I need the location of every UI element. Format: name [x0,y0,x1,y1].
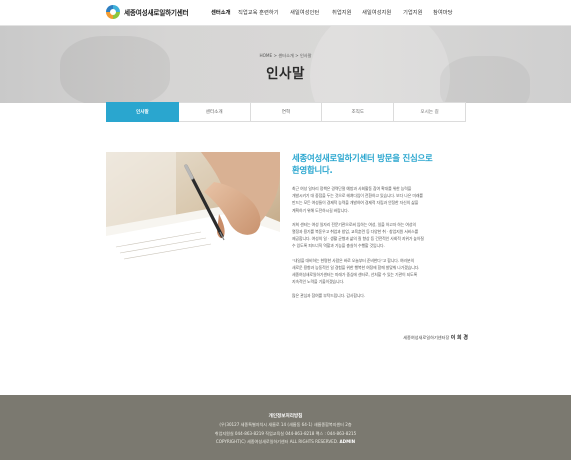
logo-mark-icon [106,5,120,19]
site-logo[interactable]: 세종여성새로일하기센터 [106,5,189,19]
footer-copyright: COPYRIGHT(C) 세종여성새로일하기센터 ALL RIGHTS RESE… [0,438,571,447]
nav-item-center-intro[interactable]: 센터소개 [211,8,231,16]
greeting-paragraph: 많은 관심과 참여를 부탁드립니다. 감사합니다. [292,292,468,299]
headline-line: 환영합니다. [292,165,333,175]
greeting-paragraph: 저희 센터는 여성 일자리 전문기관으로써 임하는 여성, 일을 하고자 하는 … [292,221,468,250]
paragraph-line: 개발시키기 대 중점을 두는 것으로 헤쳐다임이 전환하고 있습니다. 보다 나… [292,193,423,199]
privacy-policy-link[interactable]: 개인정보처리방침 [0,413,571,419]
nav-item-company-support[interactable]: 기업지원 [403,8,423,16]
footer-address: (우)30127 세종특별자치시 새롬로 14 (새롬동 64-1) 새롬종합복… [219,422,352,427]
paragraph-line: 최근 여성 일자리 정책은 경력단절 예방과 사회활동 참여 확대를 위한 능력… [292,186,412,191]
nav-item-job-training[interactable]: 직업교육 훈련하기 [238,8,279,16]
tab-organization[interactable]: 조직도 [322,102,395,122]
greeting-photo [106,152,280,269]
greeting-paragraph: 최근 여성 일자리 정책은 경력단절 예방과 사회활동 참여 확대를 위한 능력… [292,185,468,214]
logo-text: 세종여성새로일하기센터 [124,9,189,17]
paragraph-line: 계획하기 위해 도전하시길 바랍니다. [292,207,349,213]
paragraph-line: 지속적인 노력을 기울이겠습니다. [292,279,345,285]
paragraph-line: 새로운 용향과 능동적인 일 경험을 위한 행복한 여정에 함께 발맞춰 나가겠… [292,264,420,270]
tab-center-intro[interactable]: 센터소개 [178,102,251,122]
paragraph-line: 저희 센터는 여성 일자리 전문기관으로써 임하는 여성, 일을 하고자 하는 … [292,221,416,227]
signature-org: 세종여성새로일하기센터장 [403,335,450,340]
site-footer: 개인정보처리방침 (우)30127 세종특별자치시 새롬로 14 (새롬동 64… [0,395,571,460]
tab-greeting[interactable]: 인사말 [106,102,179,122]
hero-banner: HOME > 센터소개 > 인사말 인사말 [0,26,571,103]
nav-item-women-support[interactable]: 새일여성지원 [362,8,391,16]
paragraph-line: 만드는 모든 여성들이 경제적 능력을 개발하여 경제적 자립과 안정한 자신의… [292,200,419,206]
sub-tabs: 인사말 센터소개 연혁 조직도 오시는 길 [106,102,466,122]
tab-history[interactable]: 연혁 [250,102,323,122]
page-title: 인사말 [266,66,305,82]
greeting-headline: 세종여성새로일하기센터 방문을 진심으로 환영합니다. [292,152,468,176]
site-header: 세종여성새로일하기센터 센터소개 직업교육 훈련하기 새일여성인턴 취업지원 새… [0,0,571,26]
footer-contact: 취업지원실 044-863-8219 직업교육실 044-863-8218 팩스… [214,430,357,436]
paragraph-line: 많은 관심과 참여를 부탁드립니다. 감사합니다. [292,293,365,299]
nav-item-intern[interactable]: 새일여성인턴 [290,8,319,16]
breadcrumb: HOME > 센터소개 > 인사말 [259,53,312,58]
signature: 세종여성새로일하기센터장 이 희 경 [292,334,468,341]
admin-link[interactable]: ADMIN [340,439,356,444]
copyright-text: COPYRIGHT(C) 세종여성새로일하기센터 ALL RIGHTS RESE… [215,439,340,444]
writing-hand-illustration [106,152,280,269]
paragraph-line: 세종여성새로일하기센터는 미래가 중심에 센터로, 선처할 수 있는 기관이 되… [292,272,418,278]
greeting-content: 세종여성새로일하기센터 방문을 진심으로 환영합니다. 최근 여성 일자리 정책… [292,152,468,300]
signature-name: 이 희 경 [450,335,468,341]
nav-item-participation[interactable]: 참여마당 [433,8,453,16]
headline-line: 세종여성새로일하기센터 방문을 진심으로 [292,153,433,163]
paragraph-line: 수 있도록 피드너직 역할과 기능을 충실히 수행할 것입니다. [292,243,385,249]
paragraph-line: 열정과 용기를 북돋우고 취업과 창업, 교육훈련 등 다양한 취 · 창업지원… [292,229,419,235]
paragraph-line: “내일을 대비하는 현명한 사람은 바로 오늘부터 준비한다”고 합니다. 여러… [292,257,414,263]
tab-directions[interactable]: 오시는 길 [394,102,466,122]
nav-item-employment[interactable]: 취업지원 [332,8,352,16]
greeting-paragraph: “내일을 대비하는 현명한 사람은 바로 오늘부터 준비한다”고 합니다. 여러… [292,257,468,286]
paragraph-line: 제공합니다. 여성의 일 · 생활 균형과 삶의 질 향상 등 건전적인 사회적… [292,236,424,242]
